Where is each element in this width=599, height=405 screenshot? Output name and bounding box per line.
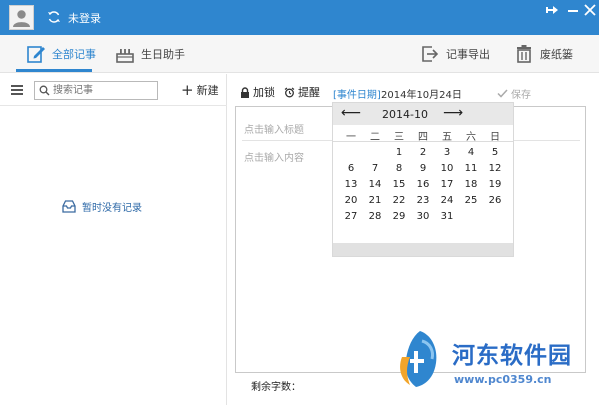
remind-label: 提醒 — [298, 86, 320, 99]
export-notes-label: 记事导出 — [446, 48, 490, 61]
day-cell[interactable]: 9 — [411, 163, 435, 174]
search-icon — [39, 85, 50, 96]
tab-all-notes-label: 全部记事 — [52, 48, 96, 61]
checkmark-icon — [497, 89, 508, 98]
content-input[interactable]: 点击输入内容 — [244, 149, 304, 164]
avatar-icon[interactable] — [9, 5, 34, 30]
day-cell[interactable]: 3 — [435, 147, 459, 158]
event-date-tag[interactable]: [事件日期] — [333, 86, 381, 101]
lock-button[interactable]: 加锁 — [240, 84, 275, 100]
lock-label: 加锁 — [253, 86, 275, 99]
save-button[interactable]: 保存 — [497, 86, 531, 101]
tab-birthday-helper-label: 生日助手 — [141, 48, 185, 61]
day-cell[interactable]: 31 — [435, 211, 459, 222]
remind-button[interactable]: 提醒 — [284, 84, 320, 100]
date-picker-header: ⟵ 2014-10 ⟶ — [333, 103, 513, 125]
search-input[interactable] — [53, 83, 153, 98]
day-cell[interactable]: 29 — [387, 211, 411, 222]
day-cell[interactable]: 11 — [459, 163, 483, 174]
day-cell[interactable]: 16 — [411, 179, 435, 190]
menu-icon[interactable] — [11, 85, 23, 95]
prev-month-button[interactable]: ⟵ — [341, 106, 361, 120]
active-tab-indicator — [16, 69, 92, 72]
watermark: 河东软件园 www.pc0359.cn — [392, 327, 597, 397]
minimize-icon[interactable] — [566, 3, 580, 17]
day-cell[interactable]: 15 — [387, 179, 411, 190]
day-cell[interactable]: 12 — [483, 163, 507, 174]
main-toolbar: 全部记事 生日助手 记事导出 废纸篓 — [0, 35, 599, 73]
day-cell[interactable]: 4 — [459, 147, 483, 158]
day-cell[interactable]: 2 — [411, 147, 435, 158]
empty-message: 暂时没有记录 — [82, 203, 142, 214]
pin-icon[interactable] — [545, 3, 559, 17]
day-cell[interactable]: 5 — [483, 147, 507, 158]
day-cell[interactable]: 27 — [339, 211, 363, 222]
day-cell[interactable]: 23 — [411, 195, 435, 206]
search-box[interactable] — [34, 81, 158, 100]
event-date-value[interactable]: 2014年10月24日 — [381, 86, 462, 101]
month-title: 2014-10 — [382, 108, 428, 121]
plus-icon: + — [181, 81, 194, 99]
alarm-clock-icon — [284, 87, 295, 97]
day-cell[interactable]: 24 — [435, 195, 459, 206]
close-icon[interactable] — [583, 3, 597, 17]
new-note-label: 新建 — [196, 84, 219, 97]
cake-icon — [116, 49, 134, 63]
inbox-icon — [62, 200, 76, 213]
recycle-bin-label: 废纸篓 — [540, 48, 573, 61]
day-cell[interactable]: 25 — [459, 195, 483, 206]
next-month-button[interactable]: ⟶ — [443, 106, 463, 120]
day-cell[interactable]: 20 — [339, 195, 363, 206]
day-cell[interactable]: 8 — [387, 163, 411, 174]
day-cell[interactable]: 17 — [435, 179, 459, 190]
day-cell[interactable]: 21 — [363, 195, 387, 206]
day-cell[interactable]: 22 — [387, 195, 411, 206]
day-cell[interactable]: 10 — [435, 163, 459, 174]
date-picker: ⟵ 2014-10 ⟶ 一二三四五六日 1 2 3 4 5 6 7 8 9 10 11 12 13 14 1… — [332, 102, 514, 257]
empty-state: 暂时没有记录 — [62, 199, 142, 214]
title-input[interactable]: 点击输入标题 — [244, 121, 304, 136]
login-status[interactable]: 未登录 — [68, 10, 101, 26]
weekday-divider — [333, 141, 513, 142]
watermark-url: www.pc0359.cn — [454, 373, 552, 386]
day-cell[interactable]: 1 — [387, 147, 411, 158]
day-cell[interactable]: 18 — [459, 179, 483, 190]
edit-note-icon — [27, 46, 45, 63]
day-cell[interactable]: 30 — [411, 211, 435, 222]
recycle-bin-button[interactable]: 废纸篓 — [514, 35, 573, 73]
note-list-toolbar: + 新建 — [0, 74, 227, 106]
watermark-title: 河东软件园 — [452, 342, 572, 369]
weekday-header: 一二三四五六日 — [333, 127, 513, 143]
day-cell[interactable]: 13 — [339, 179, 363, 190]
date-picker-footer — [333, 243, 513, 256]
lock-icon — [241, 86, 249, 98]
day-cell[interactable]: 26 — [483, 195, 507, 206]
note-list-panel: + 新建 暂时没有记录 — [0, 74, 227, 405]
save-label: 保存 — [511, 90, 531, 101]
export-notes-button[interactable]: 记事导出 — [420, 35, 490, 73]
watermark-logo-icon — [400, 331, 437, 387]
title-bar: 未登录 — [0, 0, 599, 35]
day-cell[interactable]: 28 — [363, 211, 387, 222]
tab-birthday-helper[interactable]: 生日助手 — [115, 35, 185, 73]
refresh-icon[interactable] — [47, 10, 61, 24]
export-icon — [422, 46, 439, 62]
day-cell[interactable]: 6 — [339, 163, 363, 174]
day-cell[interactable]: 7 — [363, 163, 387, 174]
day-cell[interactable]: 19 — [483, 179, 507, 190]
tab-all-notes[interactable]: 全部记事 — [26, 35, 96, 73]
day-cell[interactable]: 14 — [363, 179, 387, 190]
word-count-label: 剩余字数： — [251, 382, 301, 393]
trash-icon — [517, 45, 531, 63]
new-note-button[interactable]: + 新建 — [181, 82, 219, 98]
